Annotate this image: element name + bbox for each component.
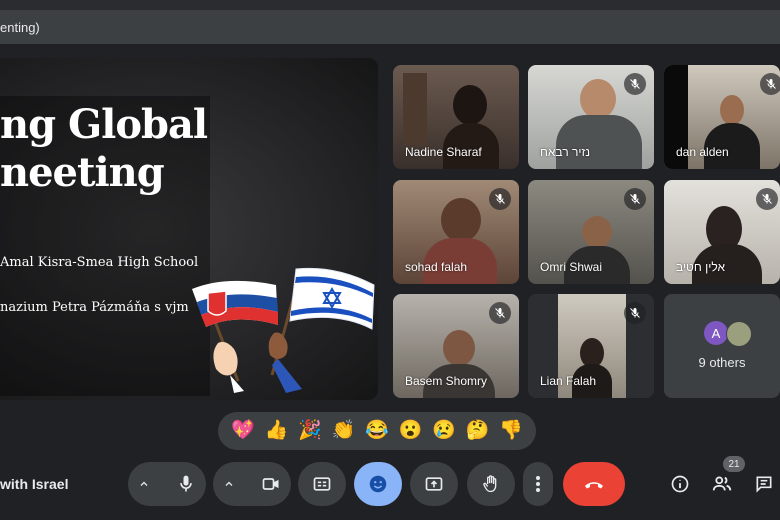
chevron-up-icon[interactable] (223, 478, 235, 490)
reaction-sad[interactable]: 😢 (432, 420, 456, 442)
title-bar: enting) (0, 10, 780, 44)
reaction-surprised[interactable]: 😮 (399, 420, 423, 442)
reaction-thumbs-down[interactable]: 👎 (499, 420, 523, 442)
participant-name: Basem Shomry (405, 374, 488, 388)
reaction-laugh[interactable]: 😂 (365, 420, 389, 442)
people-icon (712, 476, 732, 491)
participant-name: Nadine Sharaf (405, 145, 482, 159)
others-label: 9 others (698, 355, 746, 370)
mic-off-icon (624, 188, 646, 210)
microphone-icon[interactable] (176, 474, 196, 494)
hang-up-icon (585, 482, 603, 489)
participant-name: Omri Shwai (540, 260, 603, 274)
chevron-up-icon[interactable] (138, 478, 150, 490)
flags-illustration (192, 267, 375, 393)
smile-icon (369, 475, 387, 493)
person-head (582, 216, 612, 248)
slide-title-line1: ng Global (0, 101, 208, 148)
participant-tile[interactable]: Nadine Sharaf (393, 65, 519, 169)
reaction-clap[interactable]: 👏 (332, 420, 356, 442)
participant-tile[interactable]: dan alden (664, 65, 780, 169)
slide-school-1: Amal Kisra-Smea High School (0, 255, 199, 270)
chat-icon (756, 476, 772, 493)
person-body (556, 115, 642, 169)
mic-off-icon (624, 302, 646, 324)
mic-off-icon (624, 73, 646, 95)
info-icon (671, 475, 689, 493)
meeting-name: with Israel (0, 476, 69, 492)
reactions-bar: 💖 👍 🎉 👏 😂 😮 😢 🤔 👎 (218, 412, 536, 450)
mic-off-icon (756, 188, 778, 210)
reaction-party[interactable]: 🎉 (298, 420, 322, 442)
camera-icon[interactable] (261, 474, 281, 494)
camera-control (213, 462, 291, 506)
chat-button[interactable] (750, 470, 778, 498)
top-strip (0, 0, 780, 10)
mic-control (128, 462, 206, 506)
hand-right-icon (268, 332, 302, 393)
mic-off-icon (489, 188, 511, 210)
participant-name: dan alden (676, 145, 729, 159)
person-head (720, 95, 744, 125)
captions-icon (313, 477, 331, 491)
hand-left-icon (213, 341, 244, 393)
participant-tile[interactable]: אלין חטיב (664, 180, 780, 284)
mic-off-icon (760, 73, 780, 95)
present-screen-icon (425, 477, 443, 491)
meeting-info-button[interactable] (666, 470, 694, 498)
present-button[interactable] (410, 462, 458, 506)
israel-flag-icon (270, 267, 375, 376)
person-head (580, 79, 616, 119)
more-vert-icon (536, 476, 540, 492)
participant-tile[interactable]: Omri Shwai (528, 180, 654, 284)
people-button[interactable] (708, 470, 736, 498)
captions-button[interactable] (298, 462, 346, 506)
raise-hand-button[interactable] (467, 462, 515, 506)
hand-icon (483, 475, 497, 493)
others-avatar-a: A (704, 321, 728, 345)
participant-name: sohad falah (405, 260, 468, 274)
slide-school-2: nazium Petra Pázmáňa s vjm (0, 300, 189, 315)
reaction-heart[interactable]: 💖 (231, 420, 255, 442)
others-tile[interactable]: A 9 others (664, 294, 780, 398)
person-head (443, 330, 475, 366)
person-head (441, 198, 481, 242)
others-avatar-photo (726, 321, 752, 347)
presentation-area[interactable]: ng Global neeting Amal Kisra-Smea High S… (0, 58, 378, 400)
leave-call-button[interactable] (563, 462, 625, 506)
window-title: enting) (0, 19, 40, 35)
participant-name: נזיר רבאח (540, 145, 591, 159)
participant-tile[interactable]: Basem Shomry (393, 294, 519, 398)
participant-tile[interactable]: sohad falah (393, 180, 519, 284)
reactions-button[interactable] (354, 462, 402, 506)
reaction-thumbs-up[interactable]: 👍 (264, 420, 288, 442)
slide: ng Global neeting Amal Kisra-Smea High S… (0, 58, 378, 400)
participant-tile[interactable]: נזיר רבאח (528, 65, 654, 169)
slide-title-line2: neeting (0, 149, 165, 196)
participant-name: Lian Falah (540, 374, 597, 388)
reaction-thinking[interactable]: 🤔 (466, 420, 490, 442)
bookshelf (403, 73, 427, 145)
person-head (453, 85, 487, 125)
more-options-button[interactable] (523, 462, 553, 506)
participant-name: אלין חטיב (676, 260, 726, 274)
mic-off-icon (489, 302, 511, 324)
participant-tile[interactable]: Lian Falah (528, 294, 654, 398)
